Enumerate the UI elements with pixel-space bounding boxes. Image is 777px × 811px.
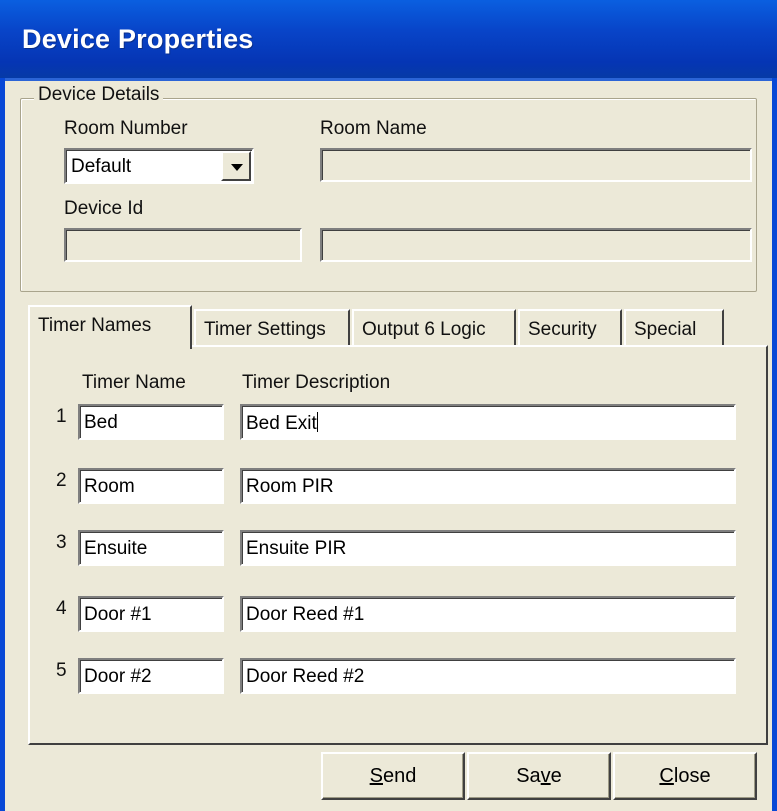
- row-number: 2: [56, 470, 67, 491]
- row-number: 5: [56, 660, 67, 681]
- close-label-post: lose: [673, 765, 711, 787]
- window-title: Device Properties: [22, 24, 254, 54]
- room-number-dropdown-button[interactable]: [221, 151, 251, 181]
- tab-output-6-logic[interactable]: Output 6 Logic: [352, 309, 516, 347]
- save-label-post: e: [550, 765, 562, 787]
- save-label-pre: Sa: [516, 765, 541, 787]
- timer-description-header: Timer Description: [242, 372, 391, 393]
- timer-name-input[interactable]: Door #1: [78, 596, 224, 632]
- close-button[interactable]: Close: [613, 752, 757, 800]
- tab-timer-settings[interactable]: Timer Settings: [194, 309, 350, 347]
- window-frame-left: [0, 78, 5, 811]
- text-cursor: [316, 412, 318, 432]
- send-label-post: end: [382, 765, 417, 787]
- save-button[interactable]: Save: [467, 752, 611, 800]
- room-name-field: [320, 148, 752, 182]
- timer-description-text: Bed Exit: [246, 413, 317, 434]
- timer-description-input[interactable]: Ensuite PIR: [240, 530, 736, 566]
- device-details-legend: Device Details: [34, 84, 164, 106]
- send-label-mnemonic: S: [369, 765, 383, 787]
- timer-name-input[interactable]: Ensuite: [78, 530, 224, 566]
- row-number: 1: [56, 406, 67, 427]
- timer-name-input[interactable]: Door #2: [78, 658, 224, 694]
- timer-description-input[interactable]: Door Reed #2: [240, 658, 736, 694]
- title-bar[interactable]: Device Properties: [0, 0, 777, 81]
- room-number-combobox[interactable]: Default: [64, 148, 254, 184]
- device-id-field: [64, 228, 302, 262]
- close-label-mnemonic: C: [659, 765, 674, 787]
- save-label-mnemonic: v: [540, 765, 551, 787]
- timer-description-input[interactable]: Room PIR: [240, 468, 736, 504]
- room-number-value: Default: [71, 156, 132, 177]
- row-number: 3: [56, 532, 67, 553]
- tab-special[interactable]: Special: [624, 309, 724, 347]
- device-extra-field: [320, 228, 752, 262]
- tab-timer-names[interactable]: Timer Names: [28, 305, 192, 349]
- timer-description-input[interactable]: Door Reed #1: [240, 596, 736, 632]
- send-button[interactable]: Send: [321, 752, 465, 800]
- tab-security[interactable]: Security: [518, 309, 622, 347]
- timer-name-input[interactable]: Bed: [78, 404, 224, 440]
- chevron-down-icon: [231, 164, 243, 171]
- timer-name-input[interactable]: Room: [78, 468, 224, 504]
- device-id-label: Device Id: [64, 198, 144, 219]
- timer-description-input[interactable]: Bed Exit: [240, 404, 736, 440]
- device-properties-window: Device Properties Device Details Room Nu…: [0, 0, 777, 811]
- room-name-label: Room Name: [320, 118, 427, 139]
- timer-name-header: Timer Name: [82, 372, 186, 393]
- window-frame-right: [772, 78, 777, 811]
- row-number: 4: [56, 598, 67, 619]
- room-number-label: Room Number: [64, 118, 188, 139]
